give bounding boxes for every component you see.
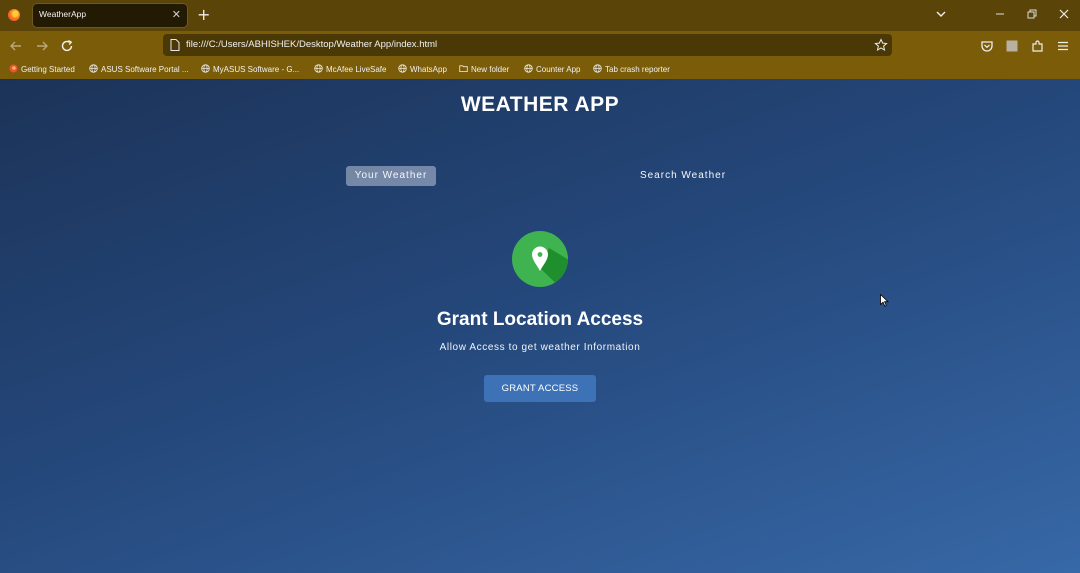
menu-hamburger-icon[interactable] [1055, 38, 1071, 54]
globe-icon [314, 64, 323, 73]
bookmark-mcafee-livesafe[interactable]: McAfee LiveSafe [314, 64, 386, 75]
bookmark-label: New folder [471, 65, 510, 74]
bookmarks-toolbar: Getting Started ASUS Software Portal ...… [0, 60, 1080, 79]
globe-icon [398, 64, 407, 73]
minimize-icon[interactable] [993, 7, 1007, 21]
globe-icon [593, 64, 602, 73]
bookmark-myasus-software[interactable]: MyASUS Software - G... [201, 64, 299, 75]
browser-tab-weatherapp[interactable]: WeatherApp ✕ [33, 4, 187, 27]
mouse-cursor-icon [880, 294, 889, 307]
browser-tab-bar: WeatherApp ✕ + [0, 0, 1080, 31]
globe-icon [89, 64, 98, 73]
back-arrow-icon[interactable] [8, 38, 24, 54]
grant-location-subtitle: Allow Access to get weather Information [439, 342, 641, 353]
folder-icon [459, 65, 468, 73]
bookmark-label: McAfee LiveSafe [326, 65, 387, 74]
firefox-icon[interactable] [8, 9, 20, 21]
url-bar[interactable]: file:///C:/Users/ABHISHEK/Desktop/Weathe… [163, 34, 892, 56]
app-title: WEATHER APP [460, 93, 620, 116]
restore-icon[interactable] [1025, 7, 1039, 21]
url-text: file:///C:/Users/ABHISHEK/Desktop/Weathe… [186, 39, 438, 50]
tab-your-weather[interactable]: Your Weather [346, 166, 436, 186]
bookmark-new-folder[interactable]: New folder [459, 64, 509, 75]
weather-app-page: WEATHER APP Your Weather Search Weather … [0, 79, 1080, 573]
bookmark-getting-started[interactable]: Getting Started [9, 64, 75, 75]
forward-arrow-icon[interactable] [34, 38, 50, 54]
bookmark-tab-crash-reporter[interactable]: Tab crash reporter [593, 64, 670, 75]
bookmark-label: Getting Started [21, 65, 75, 74]
tab-list-chevron-icon[interactable] [934, 7, 948, 21]
bookmark-star-icon[interactable] [874, 38, 888, 52]
firefox-icon [9, 64, 18, 73]
tab-search-weather[interactable]: Search Weather [628, 166, 738, 186]
grant-location-title: Grant Location Access [436, 309, 644, 330]
pocket-icon[interactable] [979, 38, 995, 54]
bookmark-label: Tab crash reporter [605, 65, 670, 74]
tab-close-icon[interactable]: ✕ [172, 7, 181, 23]
bookmark-asus-software-portal[interactable]: ASUS Software Portal ... [89, 64, 189, 75]
new-tab-button[interactable]: + [197, 5, 210, 25]
page-icon [170, 39, 180, 51]
puzzle-extensions-icon[interactable] [1030, 38, 1046, 54]
bookmark-label: ASUS Software Portal ... [101, 65, 189, 74]
location-pin-icon [512, 231, 568, 287]
bookmark-label: WhatsApp [410, 65, 447, 74]
bookmark-counter-app[interactable]: Counter App [524, 64, 580, 75]
bookmark-label: Counter App [536, 65, 581, 74]
extension-square-icon[interactable] [1004, 38, 1020, 54]
browser-toolbar: file:///C:/Users/ABHISHEK/Desktop/Weathe… [0, 31, 1080, 60]
reload-icon[interactable] [59, 38, 75, 54]
tab-title: WeatherApp [39, 9, 87, 19]
grant-access-button[interactable]: GRANT ACCESS [484, 375, 596, 402]
close-window-icon[interactable] [1057, 7, 1071, 21]
globe-icon [201, 64, 210, 73]
globe-icon [524, 64, 533, 73]
bookmark-whatsapp[interactable]: WhatsApp [398, 64, 447, 75]
bookmark-label: MyASUS Software - G... [213, 65, 300, 74]
